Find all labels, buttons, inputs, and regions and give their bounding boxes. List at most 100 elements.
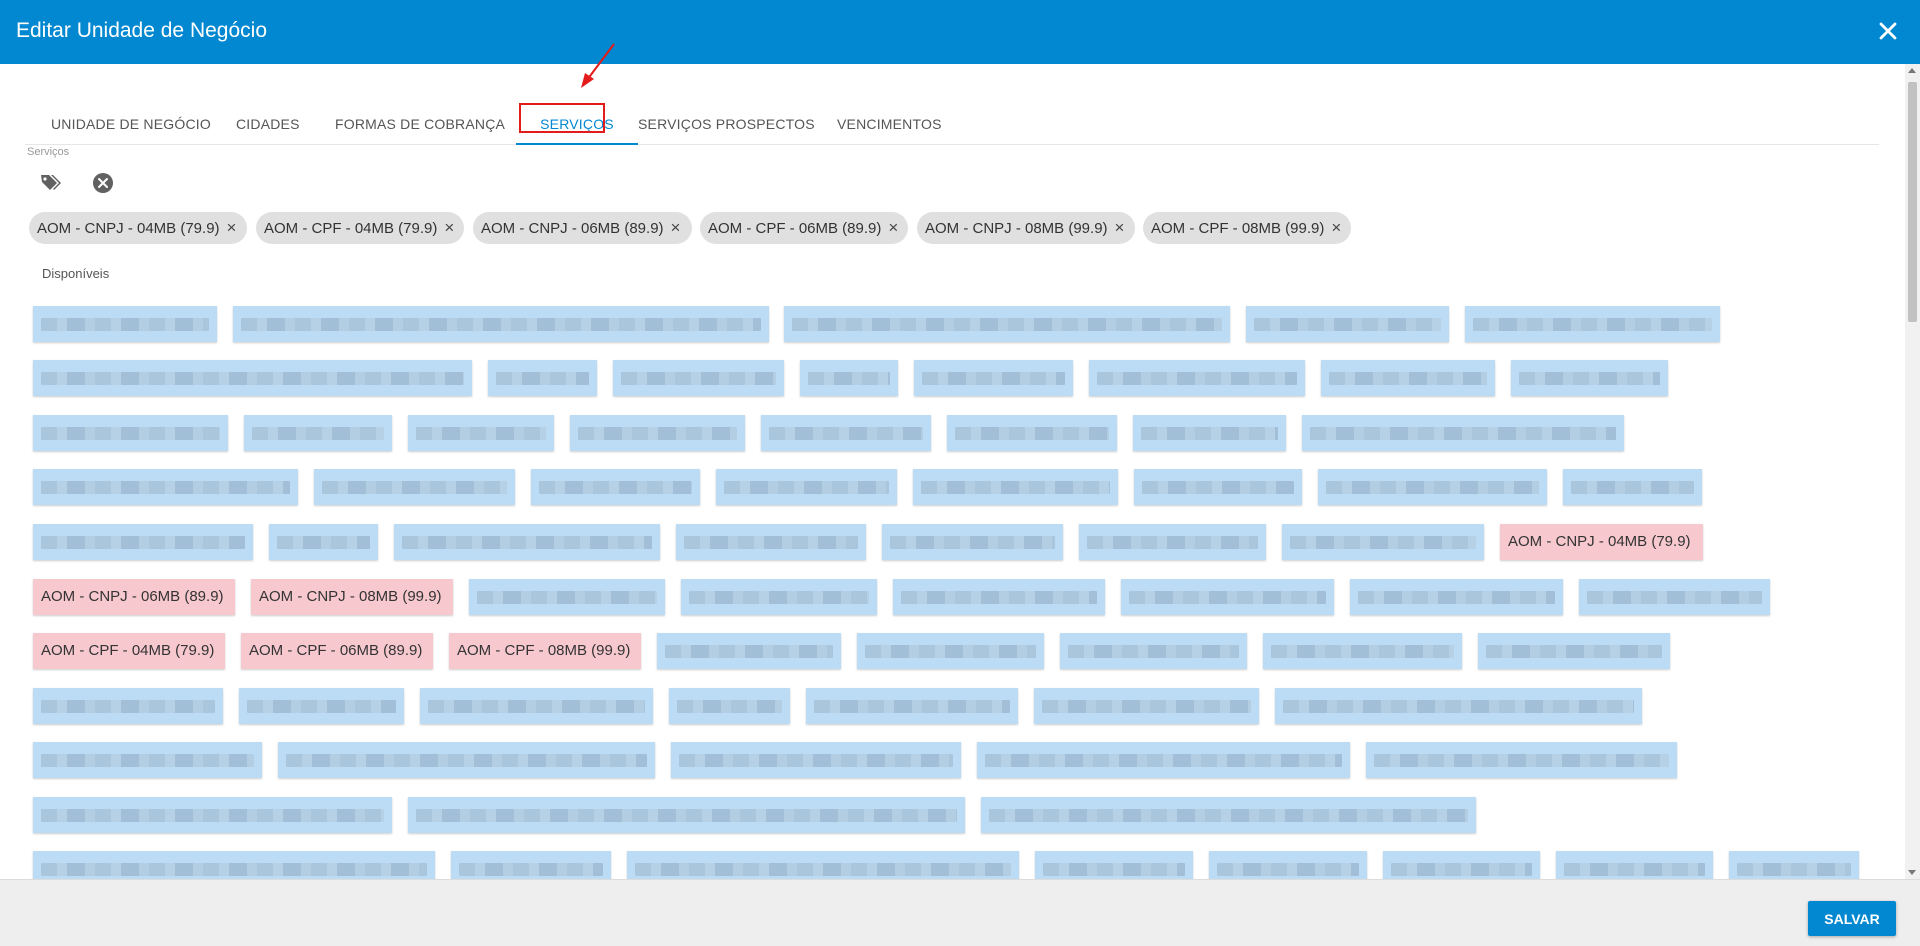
- available-item[interactable]: [1246, 306, 1449, 342]
- available-item[interactable]: [33, 851, 435, 879]
- available-item[interactable]: [233, 306, 769, 342]
- save-button[interactable]: Salvar: [1808, 901, 1896, 936]
- available-item[interactable]: [570, 415, 745, 451]
- remove-chip-icon[interactable]: ×: [888, 212, 898, 244]
- available-item[interactable]: [33, 688, 223, 724]
- clear-all-icon[interactable]: [92, 172, 114, 194]
- available-item[interactable]: [1060, 633, 1247, 669]
- available-item[interactable]: [947, 415, 1117, 451]
- available-item[interactable]: [451, 851, 611, 879]
- tab-unidade-de-negocio[interactable]: Unidade de Negócio: [47, 104, 215, 144]
- available-item-selected[interactable]: AOM - CPF - 08MB (99.9): [449, 633, 641, 669]
- available-item[interactable]: [1478, 633, 1670, 669]
- available-item[interactable]: [1282, 524, 1484, 560]
- available-item-selected[interactable]: AOM - CPF - 04MB (79.9): [33, 633, 225, 669]
- available-item[interactable]: [1209, 851, 1367, 879]
- tags-icon[interactable]: [40, 173, 62, 193]
- available-item[interactable]: [33, 524, 253, 560]
- available-item[interactable]: [1133, 415, 1286, 451]
- available-item[interactable]: [278, 742, 655, 778]
- remove-chip-icon[interactable]: ×: [1115, 212, 1125, 244]
- available-item-selected[interactable]: AOM - CNPJ - 06MB (89.9): [33, 579, 235, 615]
- available-item[interactable]: [314, 469, 515, 505]
- available-item[interactable]: [977, 742, 1350, 778]
- services-field-label: Serviços: [27, 146, 70, 158]
- available-item[interactable]: [408, 415, 554, 451]
- available-item[interactable]: [1079, 524, 1266, 560]
- scrollbar-thumb[interactable]: [1908, 82, 1917, 322]
- scroll-down-icon[interactable]: [1908, 870, 1916, 875]
- available-item[interactable]: [784, 306, 1230, 342]
- available-item[interactable]: [1089, 360, 1305, 396]
- available-item[interactable]: [981, 797, 1476, 833]
- available-item[interactable]: [1383, 851, 1540, 879]
- available-item[interactable]: [33, 797, 392, 833]
- available-item[interactable]: [1579, 579, 1770, 615]
- available-item[interactable]: [33, 306, 217, 342]
- available-item[interactable]: [488, 360, 597, 396]
- remove-chip-icon[interactable]: ×: [1331, 212, 1341, 244]
- available-item[interactable]: [893, 579, 1105, 615]
- available-item[interactable]: [613, 360, 784, 396]
- available-item[interactable]: [1134, 469, 1302, 505]
- available-item[interactable]: [1350, 579, 1563, 615]
- available-item[interactable]: [408, 797, 965, 833]
- available-item[interactable]: [676, 524, 866, 560]
- available-item[interactable]: [33, 469, 298, 505]
- available-item[interactable]: [394, 524, 660, 560]
- available-item[interactable]: [33, 415, 228, 451]
- available-item[interactable]: [1366, 742, 1677, 778]
- remove-chip-icon[interactable]: ×: [671, 212, 681, 244]
- close-icon[interactable]: [1874, 17, 1902, 45]
- available-item[interactable]: [882, 524, 1063, 560]
- available-item[interactable]: [1302, 415, 1624, 451]
- tab-servicos-prospectos[interactable]: Serviços Prospectos: [634, 104, 819, 144]
- available-item[interactable]: [857, 633, 1044, 669]
- available-item[interactable]: [627, 851, 1019, 879]
- available-item[interactable]: [1318, 469, 1547, 505]
- available-item[interactable]: [914, 360, 1073, 396]
- available-item[interactable]: [33, 742, 262, 778]
- available-item[interactable]: [1465, 306, 1720, 342]
- available-item[interactable]: [420, 688, 653, 724]
- available-item[interactable]: [1263, 633, 1462, 669]
- available-item[interactable]: [913, 469, 1118, 505]
- available-item[interactable]: [244, 415, 392, 451]
- selected-chip: AOM - CNPJ - 04MB (79.9) ×: [29, 212, 247, 244]
- tab-vencimentos[interactable]: Vencimentos: [833, 104, 946, 144]
- available-item[interactable]: [33, 360, 472, 396]
- available-item[interactable]: [239, 688, 404, 724]
- available-item[interactable]: [1275, 688, 1642, 724]
- available-item[interactable]: [469, 579, 665, 615]
- available-item[interactable]: [1556, 851, 1713, 879]
- available-item-selected[interactable]: AOM - CPF - 06MB (89.9): [241, 633, 433, 669]
- available-item[interactable]: [1034, 688, 1259, 724]
- remove-chip-icon[interactable]: ×: [227, 212, 237, 244]
- annotation-arrow-icon: [581, 43, 615, 88]
- available-item[interactable]: [761, 415, 931, 451]
- available-item[interactable]: [1511, 360, 1668, 396]
- available-item[interactable]: [669, 688, 790, 724]
- available-item[interactable]: [1563, 469, 1702, 505]
- available-item[interactable]: [806, 688, 1018, 724]
- content-scrollbar[interactable]: [1905, 64, 1920, 879]
- available-item[interactable]: [1729, 851, 1859, 879]
- available-item-selected[interactable]: AOM - CNPJ - 04MB (79.9): [1500, 524, 1703, 560]
- available-item[interactable]: [1321, 360, 1495, 396]
- chip-label: AOM - CNPJ - 06MB (89.9): [481, 220, 664, 237]
- available-item[interactable]: [531, 469, 700, 505]
- available-item-selected[interactable]: AOM - CNPJ - 08MB (99.9): [251, 579, 453, 615]
- available-item[interactable]: [1121, 579, 1334, 615]
- available-item[interactable]: [671, 742, 961, 778]
- available-item[interactable]: [1035, 851, 1193, 879]
- remove-chip-icon[interactable]: ×: [444, 212, 454, 244]
- available-item[interactable]: [269, 524, 378, 560]
- available-item[interactable]: [681, 579, 877, 615]
- available-item[interactable]: [800, 360, 898, 396]
- tab-cidades[interactable]: Cidades: [232, 104, 304, 144]
- available-item[interactable]: [716, 469, 897, 505]
- scroll-up-icon[interactable]: [1908, 68, 1916, 73]
- available-item[interactable]: [657, 633, 841, 669]
- dialog-title: Editar Unidade de Negócio: [16, 19, 267, 42]
- tab-formas-de-cobranca[interactable]: Formas de Cobrança: [331, 104, 509, 144]
